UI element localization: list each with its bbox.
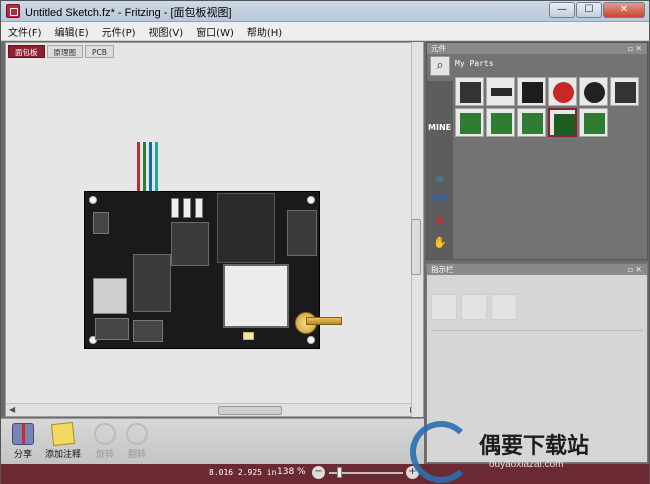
- view-tabs: 面包板 原理图 PCB: [6, 43, 423, 59]
- watermark-logo-icon: [410, 421, 472, 483]
- mounting-hole: [89, 196, 97, 204]
- menu-view[interactable]: 视图(V): [149, 24, 184, 39]
- search-icon[interactable]: ⌕: [430, 56, 450, 76]
- zoom-slider-thumb[interactable]: [337, 467, 342, 478]
- scrollbar-thumb[interactable]: [218, 406, 282, 415]
- share-tool[interactable]: 分享: [3, 423, 43, 460]
- flip-tool[interactable]: 翻转: [117, 423, 157, 460]
- inspector-tile: [461, 294, 487, 320]
- antenna-rod: [306, 317, 342, 325]
- part-tile[interactable]: [548, 77, 577, 106]
- parts-panel: 元件 ▫✕ ⌕ My Parts MINE ∞ P4 ♞ ✋: [426, 42, 648, 260]
- window-title: Untitled Sketch.fz* - Fritzing - [面包板视图]: [25, 7, 232, 19]
- add-note-label: 添加注释: [44, 450, 81, 460]
- bin-label: My Parts: [455, 59, 494, 68]
- solder-pad: [243, 332, 254, 340]
- inspector-title: 指示栏: [431, 265, 454, 274]
- component[interactable]: [93, 212, 109, 234]
- menu-bar: 文件(F) 编辑(E) 元件(P) 视图(V) 窗口(W) 帮助(H): [1, 22, 649, 41]
- part-tile-selected[interactable]: [548, 108, 577, 137]
- part-tile[interactable]: [455, 108, 484, 137]
- dip-switch[interactable]: [171, 198, 179, 218]
- title-bar: Untitled Sketch.fz* - Fritzing - [面包板视图]…: [1, 1, 649, 22]
- tab-pcb[interactable]: PCB: [85, 45, 114, 58]
- zoom-out-button[interactable]: −: [312, 466, 325, 479]
- breadboard-canvas[interactable]: 面包板 原理图 PCB ◀: [5, 42, 424, 417]
- sd-card-slot[interactable]: [93, 278, 127, 314]
- parts-panel-title: 元件: [431, 44, 446, 53]
- divider: [431, 330, 643, 331]
- part-tile[interactable]: [579, 108, 608, 137]
- part-tile[interactable]: [517, 108, 546, 137]
- note-icon: [50, 421, 76, 447]
- flip-label: 翻转: [127, 450, 146, 460]
- share-gift-icon: [12, 423, 34, 445]
- bin-core-icon[interactable]: ✋: [431, 235, 449, 251]
- inspector-body: [431, 294, 645, 334]
- tab-breadboard[interactable]: 面包板: [8, 45, 45, 58]
- menu-file[interactable]: 文件(F): [8, 24, 42, 39]
- part-tile[interactable]: [486, 108, 515, 137]
- ic-chip[interactable]: [223, 264, 289, 328]
- mounting-hole: [307, 196, 315, 204]
- watermark-text: 偶要下载站: [479, 434, 590, 459]
- parts-grid: [455, 77, 645, 137]
- add-note-tool[interactable]: 添加注释: [43, 421, 83, 460]
- close-button[interactable]: ✕: [603, 2, 645, 18]
- pin-header[interactable]: [133, 254, 171, 312]
- pin-header[interactable]: [171, 222, 209, 266]
- zoom-level: 138 %: [277, 467, 306, 477]
- parts-panel-header: 元件 ▫✕: [427, 43, 647, 54]
- panel-controls[interactable]: ▫✕: [628, 265, 644, 274]
- pin-header[interactable]: [287, 210, 317, 256]
- bin-arduino-icon[interactable]: ∞: [431, 171, 449, 187]
- xbee-module[interactable]: [217, 193, 275, 263]
- panel-controls[interactable]: ▫✕: [628, 44, 644, 53]
- inspector-tile: [431, 294, 457, 320]
- share-label: 分享: [13, 450, 32, 460]
- flip-icon: [126, 423, 148, 445]
- bin-p4-icon[interactable]: P4: [431, 191, 449, 207]
- part-tile[interactable]: [610, 77, 639, 106]
- part-tile[interactable]: [455, 77, 484, 106]
- mounting-hole: [307, 336, 315, 344]
- bin-fritzing-icon[interactable]: ♞: [431, 213, 449, 229]
- rotate-icon: [94, 423, 116, 445]
- horizontal-scrollbar[interactable]: ◀ ▶: [6, 403, 423, 416]
- bin-mine[interactable]: MINE: [428, 123, 451, 132]
- cursor-coordinates: 8.016 2.925 in: [209, 468, 277, 477]
- part-tile[interactable]: [517, 77, 546, 106]
- maximize-button[interactable]: ☐: [576, 2, 602, 18]
- menu-help[interactable]: 帮助(H): [247, 24, 282, 39]
- bin-list: MINE ∞ P4 ♞ ✋: [427, 81, 453, 259]
- inspector-header: 指示栏 ▫✕: [427, 264, 647, 275]
- part-tile[interactable]: [486, 77, 515, 106]
- scroll-left-icon[interactable]: ◀: [9, 405, 15, 414]
- menu-part[interactable]: 元件(P): [102, 24, 136, 39]
- tab-schematic[interactable]: 原理图: [46, 45, 83, 58]
- app-window: Untitled Sketch.fz* - Fritzing - [面包板视图]…: [0, 0, 650, 484]
- menu-edit[interactable]: 编辑(E): [55, 24, 89, 39]
- watermark-url: ouyaoxiazai.com: [489, 459, 564, 470]
- component[interactable]: [133, 320, 163, 342]
- splitter-handle[interactable]: [411, 219, 421, 275]
- pcb-board[interactable]: [84, 191, 320, 349]
- component[interactable]: [95, 318, 129, 340]
- inspector-tile: [491, 294, 517, 320]
- minimize-button[interactable]: —: [549, 2, 575, 18]
- fritzing-app-icon: [6, 4, 20, 18]
- dip-switch[interactable]: [183, 198, 191, 218]
- window-controls: — ☐ ✕: [549, 2, 645, 18]
- dip-switch[interactable]: [195, 198, 203, 218]
- menu-window[interactable]: 窗口(W): [196, 24, 234, 39]
- bottom-toolbar: 分享 添加注释 旋转 翻转: [1, 418, 424, 464]
- part-tile[interactable]: [579, 77, 608, 106]
